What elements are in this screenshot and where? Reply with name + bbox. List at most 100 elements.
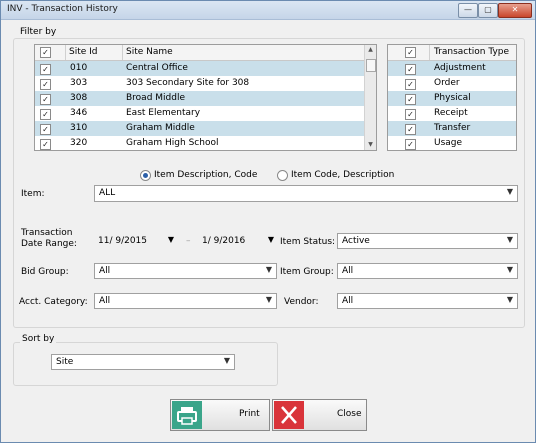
sort-by-combobox[interactable]: Site ▼ [51,354,235,370]
chevron-down-icon[interactable]: ▼ [266,265,272,274]
site-row[interactable]: ✓ 303 303 Secondary Site for 308 [35,76,365,91]
date-from-picker[interactable]: 11/ 9/2015 ▼ [96,234,176,248]
chevron-down-icon[interactable]: ▼ [507,265,513,274]
radio-code-description[interactable] [277,170,288,181]
types-select-all-checkbox[interactable]: ✓ [405,47,416,58]
scroll-up-icon[interactable]: ▲ [365,45,376,55]
transaction-type-row[interactable]: ✓ Usage [388,136,516,150]
site-checkbox[interactable]: ✓ [40,109,51,120]
close-icon [274,401,304,429]
filter-by-label: Filter by [20,27,57,37]
bid-group-combobox[interactable]: All ▼ [94,263,277,279]
transaction-type-row[interactable]: ✓ Adjustment [388,61,516,76]
column-divider [122,45,123,60]
chevron-down-icon[interactable]: ▼ [224,356,230,365]
close-window-button[interactable]: ✕ [498,3,532,18]
item-combobox[interactable]: ALL ▼ [94,185,518,202]
transaction-type-checkbox[interactable]: ✓ [405,94,416,105]
site-checkbox[interactable]: ✓ [40,139,51,150]
bid-group-value: All [99,266,111,276]
chevron-down-icon[interactable]: ▼ [507,235,513,244]
transaction-type-grid[interactable]: ✓ Transaction Type ✓ Adjustment ✓ Order … [387,44,517,151]
transaction-history-window: INV - Transaction History — ▢ ✕ Filter b… [0,0,536,443]
transaction-type-checkbox[interactable]: ✓ [405,139,416,150]
transaction-type: Physical [434,93,471,103]
scroll-thumb[interactable] [366,59,376,72]
transaction-type: Receipt [434,108,468,118]
site-id-header[interactable]: Site Id [69,47,98,57]
acct-category-value: All [99,296,111,306]
item-group-value: All [342,266,354,276]
site-name: Central Office [126,63,188,73]
transaction-type-checkbox[interactable]: ✓ [405,79,416,90]
site-checkbox[interactable]: ✓ [40,94,51,105]
site-name: Graham Middle [126,123,195,133]
site-name: Graham High School [126,138,219,148]
maximize-button[interactable]: ▢ [478,3,498,18]
date-range-label-line2: Date Range: [21,239,77,249]
site-name-header[interactable]: Site Name [126,47,173,57]
site-checkbox[interactable]: ✓ [40,79,51,90]
chevron-down-icon[interactable]: ▼ [507,187,513,196]
print-button-label: Print [239,409,260,419]
chevron-down-icon[interactable]: ▼ [168,235,174,244]
site-id: 303 [70,78,88,88]
item-status-combobox[interactable]: Active ▼ [337,233,518,249]
close-button-label: Close [337,409,362,419]
item-value: ALL [99,188,116,198]
sites-grid[interactable]: ✓ Site Id Site Name ✓ 010 Central Office… [34,44,377,151]
site-checkbox[interactable]: ✓ [40,124,51,135]
acct-category-combobox[interactable]: All ▼ [94,293,277,309]
site-id: 010 [70,63,88,73]
scroll-down-icon[interactable]: ▼ [365,140,376,150]
date-from-value[interactable]: 11/ 9/2015 [98,236,147,246]
date-range-separator: – [186,236,191,246]
acct-category-label: Acct. Category: [19,297,88,307]
transaction-type-checkbox[interactable]: ✓ [405,64,416,75]
site-row[interactable]: ✓ 308 Broad Middle [35,91,365,106]
site-id: 346 [70,108,88,118]
date-to-value[interactable]: 1/ 9/2016 [202,236,245,246]
transaction-type: Transfer [434,123,471,133]
site-row[interactable]: ✓ 310 Graham Middle [35,121,365,136]
print-button[interactable]: Print [170,399,270,431]
transaction-type-row[interactable]: ✓ Transfer [388,121,516,136]
close-icon: ✕ [511,5,519,14]
radio-description-code[interactable] [140,170,151,181]
site-row[interactable]: ✓ 320 Graham High School [35,136,365,150]
bid-group-label: Bid Group: [21,267,69,277]
transaction-type: Order [434,78,460,88]
chevron-down-icon[interactable]: ▼ [507,295,513,304]
transaction-type: Usage [434,138,463,148]
sites-grid-header: ✓ Site Id Site Name [35,45,365,61]
transaction-type-row[interactable]: ✓ Physical [388,91,516,106]
transaction-type-row[interactable]: ✓ Order [388,76,516,91]
site-row[interactable]: ✓ 346 East Elementary [35,106,365,121]
site-checkbox[interactable]: ✓ [40,64,51,75]
printer-icon [172,401,202,429]
vendor-combobox[interactable]: All ▼ [337,293,518,309]
transaction-type-checkbox[interactable]: ✓ [405,124,416,135]
date-to-picker[interactable]: 1/ 9/2016 ▼ [200,234,276,248]
chevron-down-icon[interactable]: ▼ [266,295,272,304]
radio-description-code-label[interactable]: Item Description, Code [154,170,257,180]
item-label: Item: [21,189,45,199]
minimize-button[interactable]: — [458,3,478,18]
transaction-type-column-header[interactable]: Transaction Type [434,47,509,57]
sort-by-value: Site [56,357,74,367]
transaction-type-row[interactable]: ✓ Receipt [388,106,516,121]
minimize-icon: — [464,5,472,14]
close-button[interactable]: Close [272,399,367,431]
window-title: INV - Transaction History [7,4,118,14]
site-name: 303 Secondary Site for 308 [126,78,250,88]
item-group-combobox[interactable]: All ▼ [337,263,518,279]
sites-select-all-checkbox[interactable]: ✓ [40,47,51,58]
sites-scrollbar[interactable]: ▲ ▼ [364,45,376,150]
chevron-down-icon[interactable]: ▼ [268,235,274,244]
site-name: East Elementary [126,108,201,118]
column-divider [429,45,430,60]
radio-code-description-label[interactable]: Item Code, Description [291,170,394,180]
transaction-type-checkbox[interactable]: ✓ [405,109,416,120]
site-row[interactable]: ✓ 010 Central Office [35,61,365,76]
maximize-icon: ▢ [484,5,492,14]
